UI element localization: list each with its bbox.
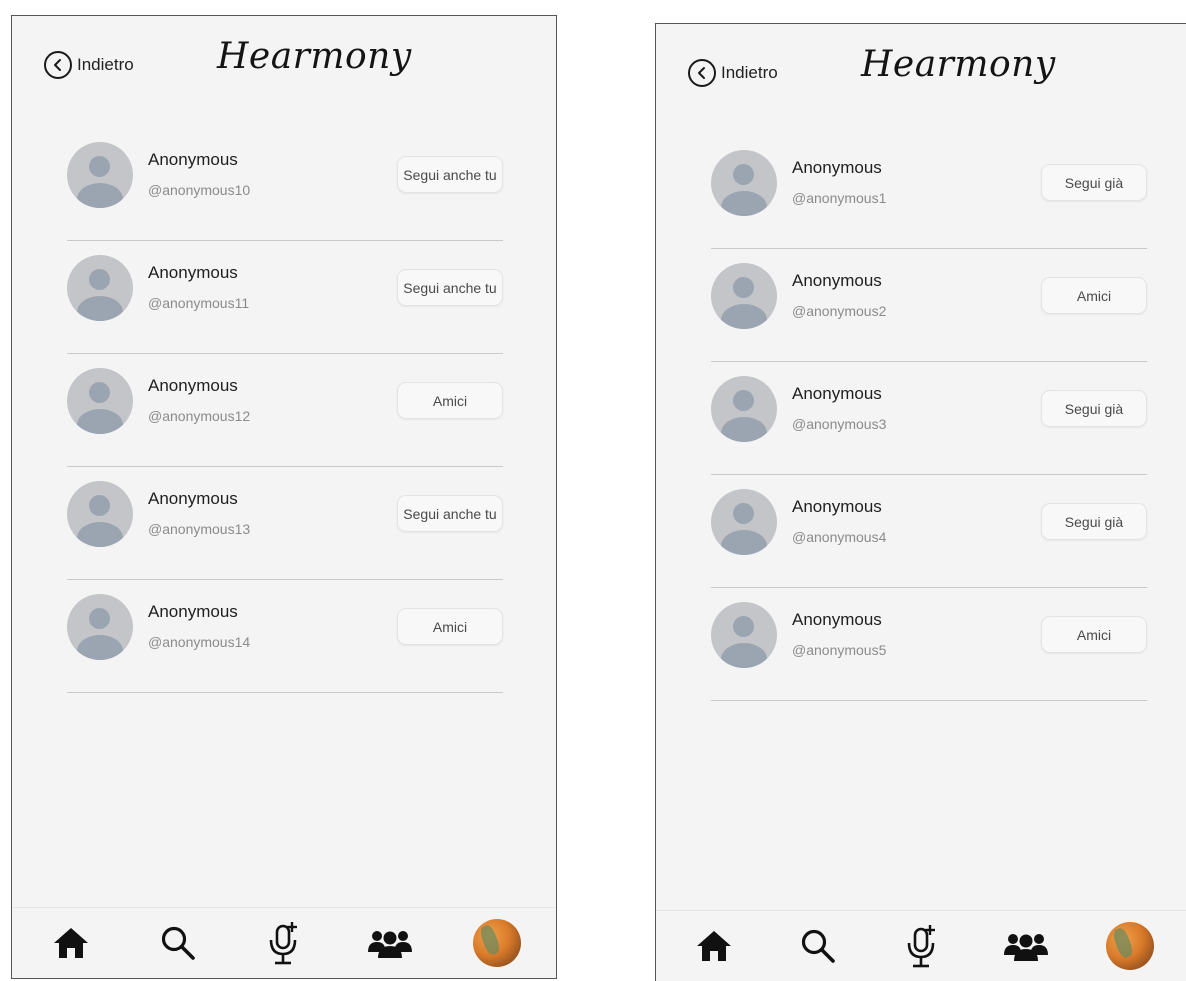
nav-friends[interactable] (363, 916, 417, 970)
nav-record[interactable] (257, 916, 311, 970)
nav-profile[interactable] (470, 916, 524, 970)
chevron-left-icon (44, 51, 72, 79)
user-handle: @anonymous5 (792, 642, 887, 658)
list-item: Anonymous @anonymous1 Segui già (711, 142, 1147, 249)
back-button[interactable]: Indietro (44, 51, 134, 79)
friends-icon (1004, 934, 1048, 961)
user-handle: @anonymous12 (148, 408, 251, 424)
user-name: Anonymous (148, 602, 238, 621)
list-item: Anonymous @anonymous11 Segui anche tu (67, 247, 503, 354)
friends-button[interactable]: Amici (397, 382, 503, 419)
nav-home[interactable] (44, 916, 98, 970)
nav-search[interactable] (151, 916, 205, 970)
following-button[interactable]: Segui già (1041, 503, 1147, 540)
user-name: Anonymous (148, 263, 238, 282)
avatar[interactable] (67, 368, 133, 434)
list-item: Anonymous @anonymous14 Amici (67, 586, 503, 693)
list-item: Anonymous @anonymous2 Amici (711, 255, 1147, 362)
avatar[interactable] (711, 263, 777, 329)
friends-button[interactable]: Amici (397, 608, 503, 645)
avatar[interactable] (711, 489, 777, 555)
phone-screen-right: Indietro Hearmony Anonymous @anonymous1 … (655, 23, 1186, 981)
nav-friends[interactable] (999, 919, 1053, 973)
user-name: Anonymous (148, 376, 238, 395)
user-name: Anonymous (792, 497, 882, 516)
user-list: Anonymous @anonymous1 Segui già Anonymou… (711, 142, 1147, 707)
home-icon (54, 928, 89, 958)
nav-profile[interactable] (1103, 919, 1157, 973)
list-item: Anonymous @anonymous12 Amici (67, 360, 503, 467)
list-item: Anonymous @anonymous3 Segui già (711, 368, 1147, 475)
avatar[interactable] (67, 594, 133, 660)
list-item: Anonymous @anonymous13 Segui anche tu (67, 473, 503, 580)
avatar[interactable] (711, 602, 777, 668)
list-item: Anonymous @anonymous10 Segui anche tu (67, 134, 503, 241)
app-logo: Hearmony (217, 36, 412, 77)
home-icon (697, 931, 731, 961)
user-handle: @anonymous11 (148, 295, 250, 311)
avatar[interactable] (67, 255, 133, 321)
list-item: Anonymous @anonymous5 Amici (711, 594, 1147, 701)
avatar[interactable] (711, 150, 777, 216)
bottom-nav (12, 907, 556, 978)
avatar[interactable] (67, 142, 133, 208)
nav-search[interactable] (791, 919, 845, 973)
app-logo: Hearmony (861, 44, 1056, 85)
phone-screen-left: Indietro Hearmony Anonymous @anonymous10… (11, 15, 557, 979)
friends-button[interactable]: Amici (1041, 277, 1147, 314)
profile-avatar (472, 919, 521, 967)
avatar[interactable] (67, 481, 133, 547)
profile-avatar (1106, 922, 1154, 970)
follow-back-button[interactable]: Segui anche tu (397, 269, 503, 306)
user-name: Anonymous (148, 489, 238, 508)
friends-icon (368, 931, 413, 958)
user-handle: @anonymous4 (792, 529, 887, 545)
bottom-nav (656, 910, 1186, 981)
user-handle: @anonymous14 (148, 634, 251, 650)
friends-button[interactable]: Amici (1041, 616, 1147, 653)
user-handle: @anonymous1 (792, 190, 887, 206)
search-icon (161, 926, 195, 960)
nav-record[interactable] (895, 919, 949, 973)
search-icon (801, 929, 835, 963)
user-name: Anonymous (792, 610, 882, 629)
user-name: Anonymous (792, 158, 882, 177)
user-name: Anonymous (148, 150, 238, 169)
nav-home[interactable] (687, 919, 741, 973)
user-name: Anonymous (792, 384, 882, 403)
user-list: Anonymous @anonymous10 Segui anche tu An… (67, 134, 503, 699)
follow-back-button[interactable]: Segui anche tu (397, 495, 503, 532)
user-name: Anonymous (792, 271, 882, 290)
microphone-add-icon (269, 922, 297, 965)
following-button[interactable]: Segui già (1041, 164, 1147, 201)
back-label: Indietro (721, 63, 778, 82)
user-handle: @anonymous3 (792, 416, 887, 432)
avatar[interactable] (711, 376, 777, 442)
list-item: Anonymous @anonymous4 Segui già (711, 481, 1147, 588)
follow-back-button[interactable]: Segui anche tu (397, 156, 503, 193)
back-label: Indietro (77, 55, 134, 74)
user-handle: @anonymous10 (148, 182, 251, 198)
chevron-left-icon (688, 59, 716, 87)
microphone-add-icon (907, 925, 935, 968)
back-button[interactable]: Indietro (688, 59, 778, 87)
user-handle: @anonymous2 (792, 303, 887, 319)
following-button[interactable]: Segui già (1041, 390, 1147, 427)
user-handle: @anonymous13 (148, 521, 251, 537)
